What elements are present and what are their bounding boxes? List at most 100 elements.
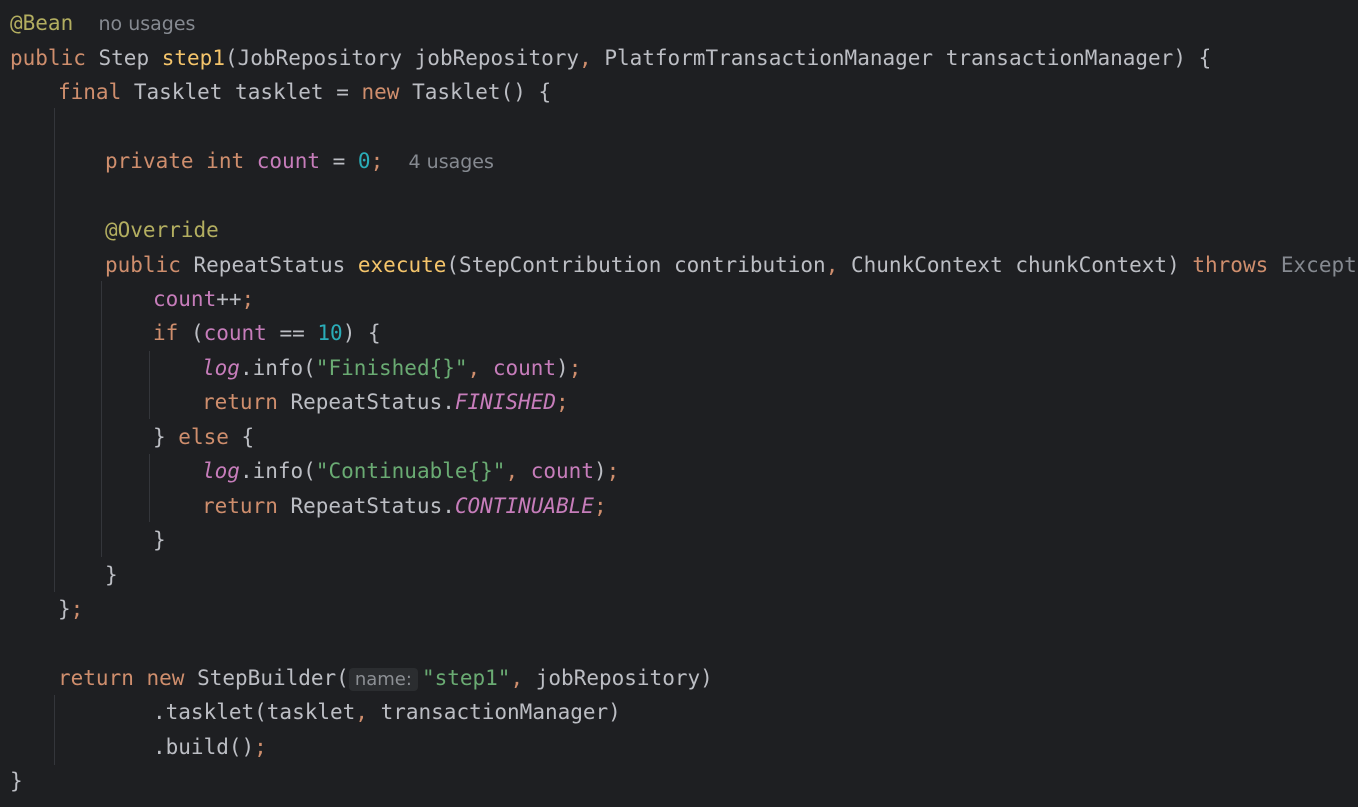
type-repeatstatus: RepeatStatus [193,253,346,277]
field-count: count [153,287,217,311]
keyword-return: return [58,666,134,690]
number-literal: 0 [357,149,371,173]
brace: } [10,769,23,793]
paren: ) [593,459,607,483]
code-line-else[interactable]: } else { [153,420,254,454]
operator: == [266,321,318,345]
paren: ) [556,356,569,380]
semicolon: ; [568,356,582,380]
brace: } [105,563,118,587]
code-line-tasklet-decl[interactable]: final Tasklet tasklet = new Tasklet() { [58,75,551,109]
field-count: count [203,321,267,345]
comma: , [510,666,524,690]
enum-constant: CONTINUABLE [454,494,594,518]
keyword-private: private [105,149,194,173]
code-line-increment[interactable]: count++; [153,282,254,316]
type-repeatstatus: RepeatStatus. [277,390,455,414]
annotation-override: @Override [105,218,219,242]
semicolon: ; [556,390,569,414]
type-repeatstatus: RepeatStatus. [277,494,455,518]
method-call-build: .build() [153,735,255,759]
brace: } [153,425,179,449]
code-line-build-call[interactable]: .build(); [153,730,267,764]
indent-guide [54,108,55,592]
type-tasklet: Tasklet [133,80,223,104]
param-list: (StepContribution contribution [446,253,826,277]
paren: ( [178,321,204,345]
brace: } [58,597,71,621]
keyword-new: new [361,80,400,104]
code-line-bean[interactable]: @Bean no usages [10,6,195,40]
string-literal: "step1" [421,666,511,690]
enum-constant: FINISHED [454,390,557,414]
param-name: jobRepository [414,46,580,70]
keyword-if: if [153,321,179,345]
comma: , [467,356,481,380]
code-line-return-builder[interactable]: return new StepBuilder(name: "step1", job… [58,661,713,695]
param-name: transactionManager [945,46,1174,70]
code-line-close-method[interactable]: } [105,558,118,592]
code-line-close-class[interactable]: }; [58,592,83,626]
code-line-field[interactable]: private int count = 0; 4 usages [105,144,494,178]
semicolon: ; [254,735,267,759]
type-stepbuilder: StepBuilder( [197,666,349,690]
keyword-public: public [105,253,181,277]
code-line-log-finished[interactable]: log.info("Finished{}", count); [202,351,581,385]
operator: = [319,149,358,173]
method-name-execute: execute [357,253,447,277]
string-literal: "Continuable{}" [315,459,506,483]
semicolon: ; [241,287,255,311]
type-step: Step [98,46,150,70]
field-count: count [480,356,557,380]
parameter-name-hint: name: [348,668,418,691]
argument: transactionManager) [367,700,621,724]
semicolon: ; [70,597,84,621]
keyword-return: return [202,390,278,414]
code-line-return-continuable[interactable]: return RepeatStatus.CONTINUABLE; [202,489,607,523]
code-line-method-signature[interactable]: public Step step1(JobRepository jobRepos… [10,41,1211,75]
param-list: ChunkContext chunkContext) [838,253,1193,277]
code-line-tasklet-call[interactable]: .tasklet(tasklet, transactionManager) [153,695,621,729]
indent-guide [149,454,150,522]
keyword-final: final [58,80,122,104]
keyword-public: public [10,46,86,70]
brace: ) { [342,321,381,345]
keyword-throws: throws [1192,253,1269,277]
code-line-close-if[interactable]: } [153,523,166,557]
usage-hint[interactable]: no usages [99,13,196,35]
string-literal: "Finished{}" [315,356,468,380]
annotation-bean: @Bean [10,11,74,35]
number-literal: 10 [317,321,343,345]
code-line-return-finished[interactable]: return RepeatStatus.FINISHED; [202,385,569,419]
code-line-execute-signature[interactable]: public RepeatStatus execute(StepContribu… [105,248,1358,282]
comma: , [825,253,839,277]
keyword-int: int [206,149,245,173]
field-count: count [518,459,594,483]
operator: ++ [216,287,242,311]
keyword-else: else [178,425,229,449]
indent-guide [149,351,150,419]
keyword-new: new [146,666,185,690]
static-field-log: log [202,356,240,380]
param-type: PlatformTransactionManager [604,46,934,70]
param-type: JobRepository [237,46,402,70]
method-call-tasklet: .tasklet(tasklet [153,700,356,724]
code-editor[interactable]: @Bean no usages public Step step1(JobRep… [0,0,1358,807]
indent-guide [54,695,55,765]
method-name-step1: step1 [161,46,225,70]
code-line-override[interactable]: @Override [105,213,219,247]
indent-guide [101,281,102,557]
semicolon: ; [370,149,384,173]
semicolon: ; [593,494,607,518]
code-line-log-continuable[interactable]: log.info("Continuable{}", count); [202,454,619,488]
type-exception: Exception [1280,253,1358,277]
semicolon: ; [606,459,620,483]
brace: } [153,528,166,552]
usage-hint[interactable]: 4 usages [409,151,494,173]
field-count: count [256,149,320,173]
code-line-if[interactable]: if (count == 10) { [153,316,381,350]
code-line-close-outer[interactable]: } [10,764,23,798]
method-call-info: .info( [239,459,316,483]
comma: , [579,46,592,70]
comma: , [355,700,368,724]
